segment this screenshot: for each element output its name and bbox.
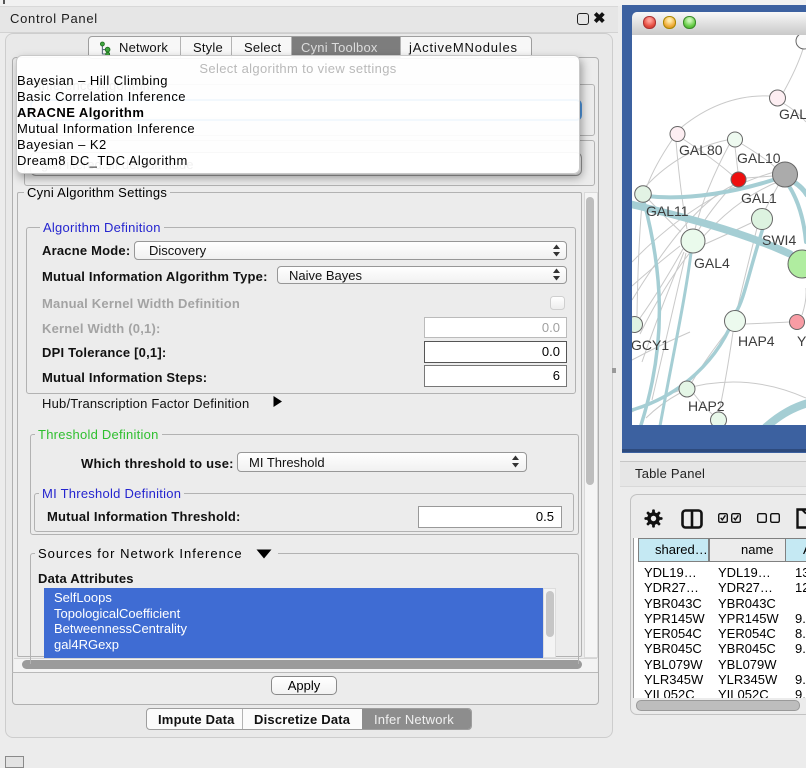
svg-text:GAL1: GAL1 (741, 190, 777, 206)
svg-text:GAL80: GAL80 (679, 142, 723, 158)
svg-text:HAP4: HAP4 (738, 333, 775, 349)
svg-text:YPL: YPL (797, 333, 806, 349)
svg-text:GAL10: GAL10 (737, 150, 781, 166)
svg-text:GAL11: GAL11 (646, 203, 689, 219)
svg-text:GAL4: GAL4 (694, 255, 730, 271)
svg-text:GCY1: GCY1 (632, 337, 669, 353)
svg-text:SWI4: SWI4 (762, 232, 796, 248)
svg-text:HAP2: HAP2 (688, 398, 725, 414)
svg-text:GAL2: GAL2 (779, 106, 806, 122)
